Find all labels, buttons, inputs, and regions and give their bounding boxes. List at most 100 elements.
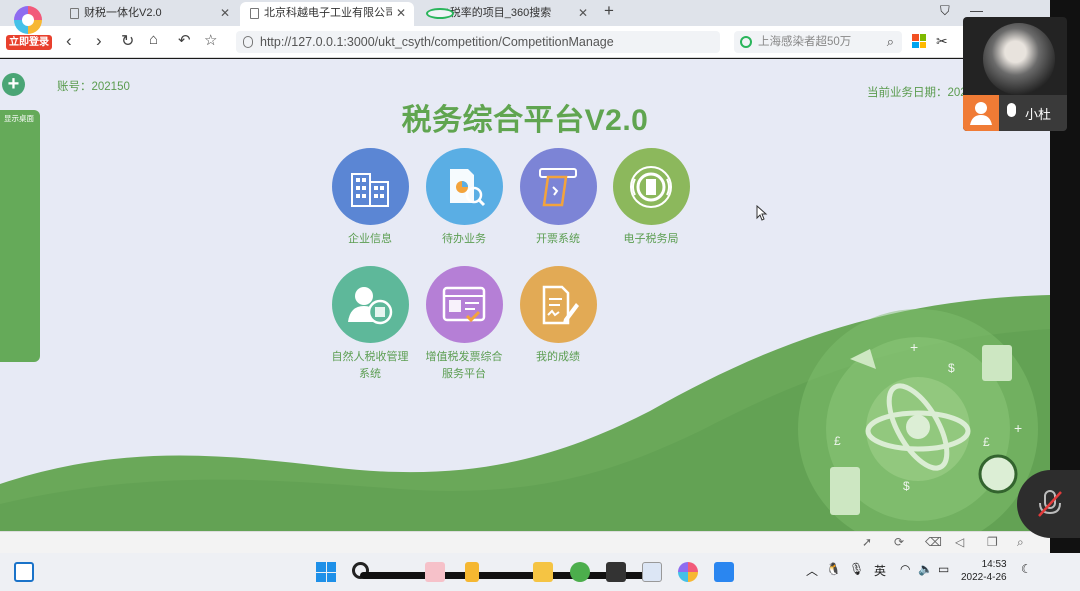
- rocket-icon[interactable]: ➚: [862, 535, 872, 549]
- address-toolbar: ‹ › ↻ ⌂ ↶ ☆ http://127.0.0.1:3000/ukt_cs…: [0, 26, 1050, 58]
- svg-text:$: $: [948, 361, 955, 375]
- scissors-icon[interactable]: ✂: [936, 33, 948, 50]
- participant-video: [983, 23, 1055, 95]
- page-title: 税务综合平台V2.0: [401, 104, 649, 137]
- browser-tab-bar: 财税一体化V2.0 ✕ 北京科越电子工业有限公司 ✕ %税率的项目_360搜索 …: [0, 0, 1050, 26]
- tile-label: 待办业务: [442, 233, 486, 245]
- tile-pending-business[interactable]: 待办业务: [416, 148, 512, 248]
- page-icon: [70, 8, 79, 19]
- browser-bottom-toolbar: ➚ ⟳ ⌫ ◁ ❐ ⌕: [0, 531, 1050, 553]
- shield-icon: [243, 36, 253, 48]
- clock[interactable]: 14:53 2022-4-26: [961, 558, 1007, 584]
- score-icon: [542, 285, 579, 324]
- tile-label: 开票系统: [536, 233, 580, 245]
- moon-icon[interactable]: ☾: [1021, 562, 1032, 576]
- windows-taskbar: ︿ 🐧 🎙 英 ◠ 🔈 ▭ 14:53 2022-4-26 ☾: [0, 553, 1080, 591]
- personal-tax-icon: [348, 286, 393, 324]
- close-icon[interactable]: ✕: [220, 2, 230, 24]
- qq-icon[interactable]: 🐧: [826, 562, 841, 576]
- app-icon[interactable]: [465, 562, 479, 582]
- wechat-icon[interactable]: [570, 562, 590, 582]
- ime-indicator[interactable]: 英: [874, 562, 886, 579]
- tile-company-info[interactable]: 企业信息: [322, 148, 418, 248]
- tile-circle[interactable]: [519, 266, 597, 343]
- bookmark-star-button[interactable]: ☆: [204, 31, 217, 49]
- svg-text:+: +: [1014, 420, 1022, 436]
- back-button[interactable]: ‹: [66, 31, 72, 51]
- tile-personal-tax[interactable]: 自然人税收管理 系统: [322, 266, 418, 383]
- tile-circle[interactable]: [425, 266, 503, 343]
- tile-invoicing-system[interactable]: 开票系统: [510, 148, 606, 248]
- tile-e-tax-bureau[interactable]: 电子税务局: [603, 148, 699, 248]
- tile-label: 自然人税收管理 系统: [331, 351, 409, 380]
- tile-my-scores[interactable]: 我的成绩: [510, 266, 606, 366]
- tile-circle[interactable]: [612, 148, 690, 225]
- tab-company[interactable]: 北京科越电子工业有限公司 ✕: [240, 2, 414, 26]
- url-field[interactable]: http://127.0.0.1:3000/ukt_csyth/competit…: [236, 31, 720, 53]
- tile-circle[interactable]: [331, 266, 409, 343]
- document-search-icon: [450, 168, 486, 206]
- person-icon: [963, 95, 999, 131]
- folder-icon[interactable]: [533, 562, 553, 582]
- shirt-icon[interactable]: ⛉: [940, 3, 950, 19]
- battery-icon[interactable]: ▭: [938, 562, 949, 576]
- app-icon[interactable]: [642, 562, 662, 582]
- tab-360-search[interactable]: %税率的项目_360搜索 ✕: [416, 2, 596, 26]
- mute-button[interactable]: [1017, 470, 1080, 538]
- tile-vat-invoice-platform[interactable]: 增值税发票综合 服务平台: [416, 266, 512, 383]
- tile-circle[interactable]: [425, 148, 503, 225]
- add-button[interactable]: +: [2, 73, 25, 96]
- speaker-icon[interactable]: ◁: [955, 535, 964, 549]
- apps-grid-icon[interactable]: [912, 34, 926, 48]
- invoice-icon: [539, 167, 577, 206]
- tile-label: 增值税发票综合 服务平台: [425, 351, 503, 380]
- show-desktop-sidebar[interactable]: 显示桌面: [0, 110, 40, 362]
- page-viewport: $ £ £ $ + + + 账号：202150 当前业务日期：2021 显示桌面…: [0, 59, 1050, 531]
- close-icon[interactable]: ✕: [578, 2, 588, 24]
- refresh-icon[interactable]: ⟳: [894, 535, 904, 549]
- tile-circle[interactable]: [331, 148, 409, 225]
- mouse-cursor-icon: [756, 205, 768, 221]
- reload-button[interactable]: ↻: [121, 31, 134, 51]
- minimize-button[interactable]: —: [970, 3, 983, 18]
- app-icon[interactable]: [425, 562, 445, 582]
- account-label: 账号：202150: [57, 81, 130, 93]
- start-icon[interactable]: [316, 562, 336, 582]
- browser-taskbar-icon[interactable]: [678, 562, 698, 582]
- trash-icon[interactable]: ⌫: [925, 535, 942, 549]
- video-call-panel[interactable]: 小杜: [963, 17, 1067, 131]
- svg-text:$: $: [903, 479, 910, 493]
- tile-circle[interactable]: [519, 148, 597, 225]
- search-box[interactable]: 上海感染者超50万 ⌕: [734, 31, 902, 53]
- microphone-icon[interactable]: 🎙: [849, 562, 864, 576]
- mic-icon[interactable]: [1007, 103, 1016, 117]
- widgets-icon[interactable]: [14, 562, 34, 582]
- undo-close-button[interactable]: ↶: [178, 31, 191, 49]
- browser-logo[interactable]: 立即登录: [6, 4, 52, 50]
- window-icon[interactable]: ❐: [987, 535, 998, 549]
- login-badge[interactable]: 立即登录: [6, 35, 52, 50]
- volume-icon[interactable]: 🔈: [918, 562, 933, 576]
- search-engine-icon: [740, 36, 752, 48]
- home-button[interactable]: ⌂: [149, 31, 158, 48]
- svg-text:£: £: [834, 434, 841, 448]
- building-icon: [351, 172, 389, 207]
- chevron-up-icon[interactable]: ︿: [806, 562, 818, 579]
- forward-button[interactable]: ›: [96, 31, 102, 51]
- participant-name: 小杜: [1025, 107, 1052, 122]
- tile-label: 电子税务局: [623, 233, 679, 245]
- tab-caishui[interactable]: 财税一体化V2.0 ✕: [60, 2, 238, 26]
- wifi-icon[interactable]: ◠: [900, 562, 910, 576]
- new-tab-button[interactable]: +: [604, 1, 614, 21]
- mic-off-icon: [1038, 490, 1062, 517]
- search-icon: [426, 8, 454, 19]
- close-icon[interactable]: ✕: [391, 2, 406, 24]
- browser-logo-icon: [14, 6, 42, 34]
- zoom-icon[interactable]: ⌕: [1017, 535, 1024, 550]
- page-icon: [250, 8, 259, 19]
- tax-bureau-icon: [630, 165, 672, 208]
- magnifier-icon[interactable]: ⌕: [887, 31, 894, 53]
- meeting-icon[interactable]: [714, 562, 734, 582]
- tile-label: 我的成绩: [536, 351, 580, 363]
- terminal-icon[interactable]: [606, 562, 626, 582]
